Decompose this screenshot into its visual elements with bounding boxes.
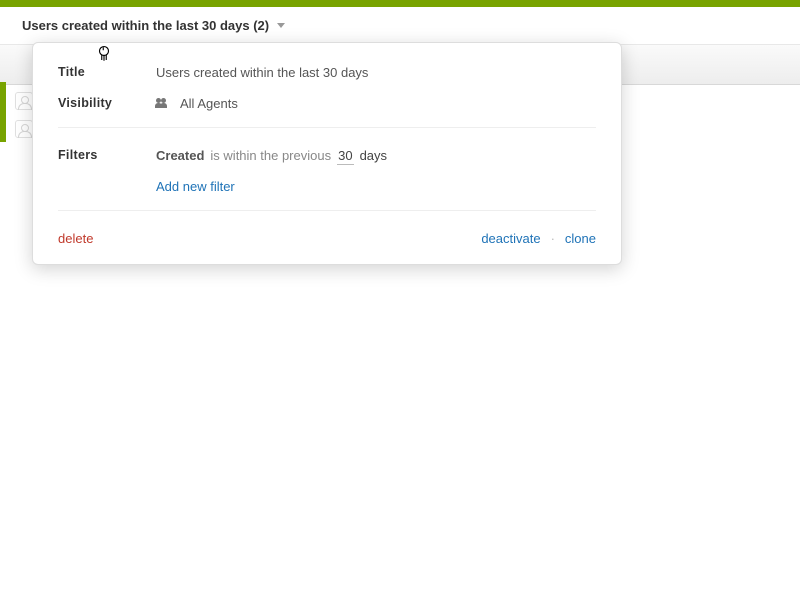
chevron-down-icon [277, 23, 285, 28]
header-bar: Users created within the last 30 days (2… [0, 7, 800, 45]
divider [58, 127, 596, 128]
visibility-value[interactable]: All Agents [156, 96, 596, 111]
visibility-text: All Agents [180, 96, 238, 111]
view-title-dropdown[interactable]: Users created within the last 30 days (2… [22, 18, 285, 33]
visibility-label: Visibility [58, 96, 156, 110]
left-rail-icons [15, 92, 33, 148]
title-row: Title Users created within the last 30 d… [58, 65, 596, 80]
panel-actions: delete deactivate · clone [58, 231, 596, 246]
divider [58, 210, 596, 211]
cursor-hand-icon [95, 44, 113, 64]
add-new-filter-link[interactable]: Add new filter [156, 179, 235, 194]
top-accent-bar [0, 0, 800, 7]
filter-value[interactable]: 30 [337, 148, 353, 165]
view-edit-panel: Title Users created within the last 30 d… [32, 42, 622, 265]
filters-row: Filters Created is within the previous 3… [58, 148, 596, 194]
right-actions: deactivate · clone [481, 231, 596, 246]
agents-icon [156, 98, 172, 110]
separator-dot: · [551, 231, 555, 246]
filter-operator: is within the previous [210, 148, 331, 163]
user-icon[interactable] [15, 120, 33, 138]
left-active-indicator [0, 82, 6, 142]
filter-unit: days [360, 148, 387, 163]
deactivate-link[interactable]: deactivate [481, 231, 540, 246]
clone-link[interactable]: clone [565, 231, 596, 246]
title-value[interactable]: Users created within the last 30 days [156, 65, 596, 80]
filters-label: Filters [58, 148, 156, 162]
user-icon[interactable] [15, 92, 33, 110]
visibility-row: Visibility All Agents [58, 96, 596, 111]
filters-value: Created is within the previous 30 days A… [156, 148, 596, 194]
delete-link[interactable]: delete [58, 231, 93, 246]
filter-line[interactable]: Created is within the previous 30 days [156, 148, 596, 165]
view-title-text: Users created within the last 30 days (2… [22, 18, 269, 33]
title-label: Title [58, 65, 156, 79]
filter-field: Created [156, 148, 204, 163]
